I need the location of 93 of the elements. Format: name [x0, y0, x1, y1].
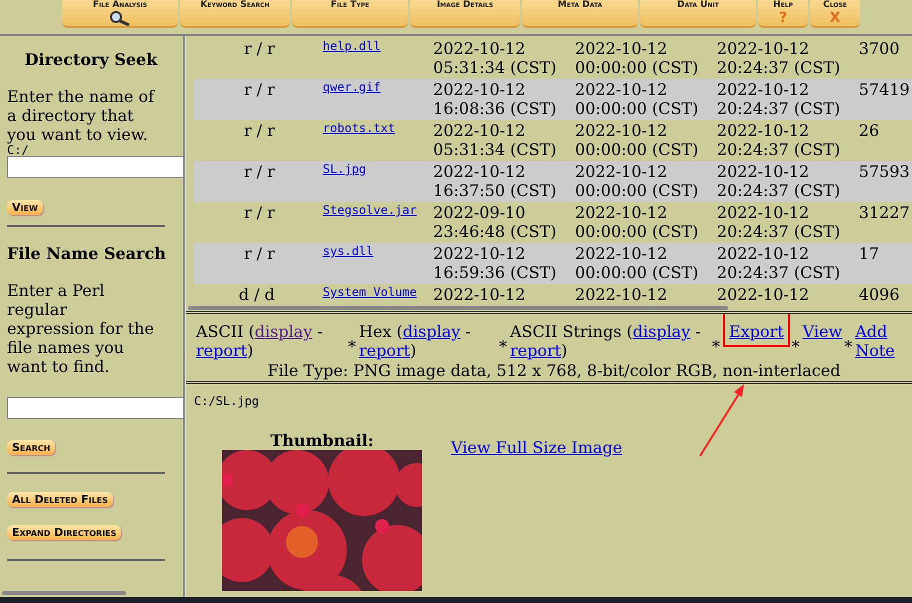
size-cell-text: 3700 [858, 39, 900, 60]
separator-label: * [711, 336, 721, 356]
date-cell-text: 2022-10-12 00:00:00 (CST) [575, 39, 700, 79]
date-cell-text: 2022-10-12 05:31:34 (CST) [433, 39, 558, 79]
nav-tab[interactable]: Data Unit [640, 0, 756, 28]
nav-tab[interactable]: File Analysis [62, 0, 178, 28]
thumbnail-label: Thumbnail: [270, 432, 374, 450]
report-link[interactable]: report [196, 341, 248, 360]
file-type: r / r [242, 121, 276, 142]
size-cell-text: 57419 [858, 80, 911, 101]
paren-label: ) [410, 341, 416, 360]
expand-directories-button[interactable]: Expand Directories [7, 525, 122, 540]
separator-label: * [347, 336, 357, 356]
paren-label: ) [561, 341, 568, 360]
all-deleted-files-button[interactable]: All Deleted Files [7, 492, 113, 507]
report-link[interactable]: report [359, 341, 410, 360]
date-cell-text: 2022-10-12 20:24:37 (CST) [716, 39, 842, 79]
date-cell-text: 2022-10-12 00:00:00 (CST) [575, 80, 700, 120]
nav-tab[interactable]: Help ? [758, 0, 808, 28]
size-cell-text: 17 [858, 244, 880, 265]
view-button[interactable]: View [7, 200, 43, 215]
nav-tab[interactable]: Image Details [410, 0, 520, 28]
view-label: Hex [359, 322, 392, 341]
size-cell-text: 26 [858, 121, 880, 142]
nav-tab[interactable]: File Type [292, 0, 408, 28]
size-cell-text: 31227 [858, 203, 911, 224]
date-cell-text: 2022-10-12 16:37:50 (CST) [433, 162, 558, 202]
date-cell-text: 2022-10-12 05:31:34 (CST) [433, 121, 558, 161]
action-link[interactable]: Add Note [855, 322, 896, 360]
date-cell-text: 2022-10-12 00:00:00 (CST) [575, 244, 700, 284]
date-cell-text: 2022-10-12 20:24:37 (CST) [716, 162, 842, 202]
dash-label: - [695, 322, 701, 341]
date-cell-text: 2022-10-12 00:00:00 (CST) [575, 121, 700, 161]
display-link[interactable]: display [402, 322, 460, 341]
file-type: r / r [242, 80, 276, 101]
display-link[interactable]: display [632, 322, 690, 341]
file-type: r / r [242, 244, 276, 265]
separator-label: * [790, 336, 801, 356]
scrollbar[interactable] [2, 591, 126, 595]
date-cell-text: 2022-10-12 [575, 285, 668, 305]
report-link[interactable]: report [510, 341, 562, 360]
date-cell-text: 2022-10-12 00:00:00 (CST) [575, 162, 700, 202]
date-cell-text: 2022-10-12 [716, 285, 810, 305]
search-button[interactable]: Search [7, 440, 56, 455]
file-type: r / r [242, 162, 276, 183]
prompt-text: Enter the name of a directory that you want to view. [7, 87, 156, 144]
file-link[interactable]: help.dll [322, 39, 434, 79]
separator-label: * [498, 336, 508, 356]
paren-label: ( [626, 322, 633, 341]
view-label: ASCII Strings [510, 322, 622, 341]
file-type: d / d [238, 285, 276, 305]
paren-label: ( [248, 322, 255, 341]
date-cell-text: 2022-10-12 16:59:36 (CST) [433, 244, 558, 284]
size-cell-text: 57593 [858, 162, 911, 183]
nav-tab[interactable]: Keyword Search [180, 0, 290, 28]
directory-field[interactable] [7, 156, 183, 178]
dash-label: - [317, 322, 323, 341]
section-title: File Name Search [7, 244, 167, 263]
date-cell-text: 2022-09-10 23:46:48 (CST) [433, 203, 558, 243]
nav-tab[interactable]: Meta Data [522, 0, 638, 28]
separator-label: * [843, 336, 854, 356]
date-cell-text: 2022-10-12 00:00:00 (CST) [575, 203, 700, 243]
date-cell-text: 2022-10-12 20:24:37 (CST) [716, 80, 842, 120]
action-link[interactable]: View [802, 322, 842, 341]
date-cell-text: 2022-10-12 20:24:37 (CST) [716, 121, 842, 161]
file-link[interactable]: System Volume [322, 285, 434, 305]
prompt-text: Enter a Perl regular expression for the file names you want to find. [7, 281, 155, 376]
full-size-link[interactable]: View Full Size Image [451, 438, 622, 457]
date-cell-text: 2022-10-12 [433, 285, 526, 305]
action-link[interactable]: Export [723, 314, 790, 347]
file-link[interactable]: Stegsolve.jar [322, 203, 434, 243]
search-field[interactable] [7, 397, 183, 419]
file-link[interactable]: qwer.gif [322, 80, 434, 120]
nav-tab[interactable]: Close X [810, 0, 860, 28]
file-path: C:/SL.jpg [194, 394, 260, 408]
file-type: r / r [242, 39, 276, 60]
file-type-text: File Type: PNG image data, 512 x 768, 8-bit/color RGB, non-interlaced [266, 362, 842, 380]
date-cell-text: 2022-10-12 16:08:36 (CST) [433, 80, 558, 120]
size-cell-text: 4096 [858, 285, 900, 305]
paren-label: ( [396, 322, 403, 341]
path-label: C:/ [7, 144, 29, 156]
file-type: r / r [242, 203, 276, 224]
section-title: Directory Seek [24, 50, 159, 69]
paren-label: ) [247, 341, 254, 360]
file-link[interactable]: sys.dll [322, 244, 434, 284]
date-cell-text: 2022-10-12 20:24:37 (CST) [716, 203, 842, 243]
file-link[interactable]: SL.jpg [322, 162, 434, 202]
date-cell-text: 2022-10-12 20:24:37 (CST) [716, 244, 842, 284]
dash-label: - [465, 322, 471, 341]
display-link[interactable]: display [254, 322, 312, 341]
scrollbar[interactable] [188, 306, 728, 310]
view-label: ASCII [196, 322, 244, 341]
file-link[interactable]: robots.txt [322, 121, 434, 161]
